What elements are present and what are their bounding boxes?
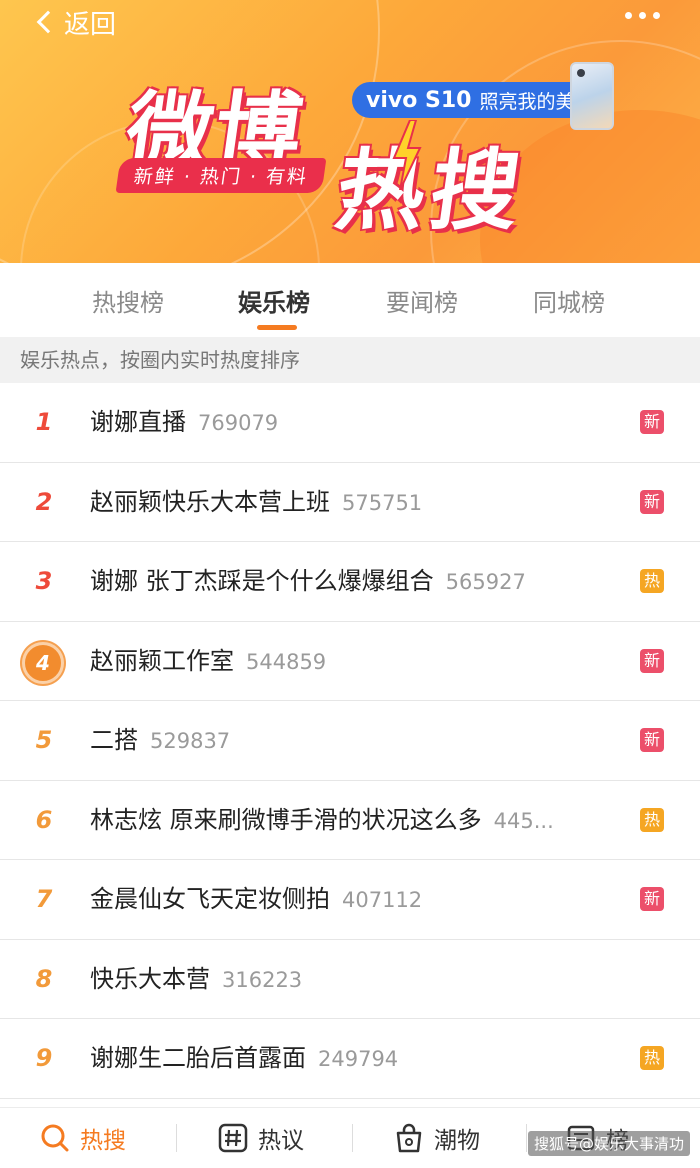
nav-divider [526, 1124, 527, 1152]
nav-label: 热议 [258, 1128, 304, 1154]
new-badge: 新 [640, 728, 664, 752]
back-button[interactable]: 返回 [34, 4, 116, 40]
topic-title: 赵丽颖快乐大本营上班 575751 [90, 463, 422, 542]
hot-list: 1 谢娜直播 769079 新 2 赵丽颖快乐大本营上班 575751 新 3 谢娜… [0, 383, 700, 1099]
more-options-button[interactable] [625, 12, 660, 19]
heat-value: 529837 [150, 729, 231, 753]
active-tab-indicator [257, 325, 297, 330]
nav-label: 热搜 [80, 1128, 126, 1154]
topic-text: 谢娜 张丁杰踩是个什么爆爆组合 [90, 567, 434, 595]
new-badge: 新 [640, 489, 664, 514]
ranking-notice: 娱乐热点，按圈内实时热度排序 [0, 337, 700, 383]
topic-text: 赵丽颖快乐大本营上班 [90, 487, 330, 516]
rank-number: 9 [35, 1044, 53, 1072]
topic-title: 林志炫 原来刷微博手滑的状况这么多 445... [90, 781, 620, 860]
list-item[interactable]: 2 赵丽颖快乐大本营上班 575751 新 [0, 463, 700, 542]
topic-text: 赵丽颖工作室 [90, 646, 234, 675]
heat-value: 769079 [198, 411, 279, 435]
new-badge: 新 [640, 887, 664, 911]
hot-badge: 热 [640, 807, 664, 832]
list-item[interactable]: 3 谢娜 张丁杰踩是个什么爆爆组合 565927 热 [0, 542, 700, 622]
search-icon [41, 1124, 69, 1152]
nav-hot-search[interactable]: 热搜 [40, 1108, 126, 1168]
topic-text: 谢娜直播 [90, 408, 186, 436]
tab-local[interactable]: 同城榜 [533, 283, 605, 318]
topic-title: 金晨仙女飞天定妆侧拍 407112 [90, 860, 422, 939]
list-item[interactable]: 6 林志炫 原来刷微博手滑的状况这么多 445... 热 [0, 781, 700, 860]
topic-title: 二搭 529837 [90, 701, 230, 780]
list-item[interactable]: 7 金晨仙女飞天定妆侧拍 407112 新 [0, 860, 700, 940]
rank-badge: 4 [22, 641, 64, 684]
tab-news[interactable]: 要闻榜 [386, 283, 458, 318]
dot-icon [653, 12, 660, 19]
list-item[interactable]: 8 快乐大本营 316223 [0, 940, 700, 1019]
heat-value: 565927 [445, 570, 526, 594]
shopping-bag-icon [396, 1123, 422, 1153]
topic-text: 林志炫 原来刷微博手滑的状况这么多 [90, 805, 482, 834]
chevron-left-icon [36, 10, 60, 34]
ad-banner[interactable]: vivo S10 照亮我的美 [352, 82, 595, 118]
topic-text: 二搭 [90, 726, 138, 754]
rank-number: 5 [35, 726, 53, 754]
heat-value: 249794 [318, 1047, 399, 1071]
list-item[interactable]: 5 二搭 529837 新 [0, 701, 700, 781]
dot-icon [625, 12, 632, 19]
tab-hot-search[interactable]: 热搜榜 [92, 283, 164, 318]
hot-badge: 热 [640, 1046, 664, 1070]
ad-brand: vivo S10 [366, 87, 472, 113]
topic-text: 谢娜生二胎后首露面 [90, 1044, 306, 1072]
topic-text: 金晨仙女飞天定妆侧拍 [90, 885, 330, 913]
hot-badge: 热 [640, 569, 664, 593]
hot-search-banner: 返回 微博 热搜 新鲜 · 热门 · 有料 vivo S10 照亮我的美 [0, 0, 700, 263]
heat-value: 316223 [222, 967, 303, 992]
rank-number: 2 [35, 487, 53, 516]
tab-entertainment[interactable]: 娱乐榜 [238, 283, 310, 318]
lightning-icon [392, 120, 422, 190]
nav-trends[interactable]: 潮物 [394, 1108, 480, 1168]
heat-value: 544859 [246, 649, 327, 674]
topic-title: 谢娜直播 769079 [90, 383, 278, 462]
heat-value: 407112 [342, 888, 423, 912]
banner-title-hot-search: 热搜 [329, 139, 533, 242]
rank-number: 1 [35, 408, 53, 436]
list-item[interactable]: 1 谢娜直播 769079 新 [0, 383, 700, 463]
list-item[interactable]: 4 赵丽颖工作室 544859 新 [0, 622, 700, 701]
rank-number: 3 [35, 567, 53, 595]
new-badge: 新 [640, 648, 664, 673]
ranking-tabs: 热搜榜 娱乐榜 要闻榜 同城榜 [0, 263, 700, 337]
nav-label: 潮物 [434, 1128, 480, 1154]
back-label: 返回 [64, 9, 117, 40]
rank-number: 7 [35, 885, 53, 913]
rank-number: 8 [35, 964, 53, 993]
list-item[interactable]: 9 谢娜生二胎后首露面 249794 热 [0, 1019, 700, 1099]
heat-value: 445... [493, 808, 554, 833]
topic-title: 谢娜生二胎后首露面 249794 [90, 1019, 398, 1098]
topic-text: 快乐大本营 [90, 964, 210, 993]
phone-image [570, 62, 614, 130]
nav-divider [352, 1124, 353, 1152]
new-badge: 新 [640, 410, 664, 434]
watermark: 搜狐号@娱乐大事清功 [528, 1131, 691, 1156]
banner-slogan: 新鲜 · 热门 · 有料 [115, 158, 327, 193]
topic-title: 快乐大本营 316223 [90, 940, 302, 1019]
topic-title: 谢娜 张丁杰踩是个什么爆爆组合 565927 [90, 542, 526, 621]
nav-divider [176, 1124, 177, 1152]
ad-tagline: 照亮我的美 [479, 90, 575, 113]
dot-icon [639, 12, 646, 19]
heat-value: 575751 [342, 490, 423, 515]
hashtag-icon [218, 1123, 248, 1153]
topic-title: 赵丽颖工作室 544859 [90, 622, 326, 701]
rank-number: 6 [35, 805, 53, 834]
nav-discussion[interactable]: 热议 [218, 1108, 304, 1168]
